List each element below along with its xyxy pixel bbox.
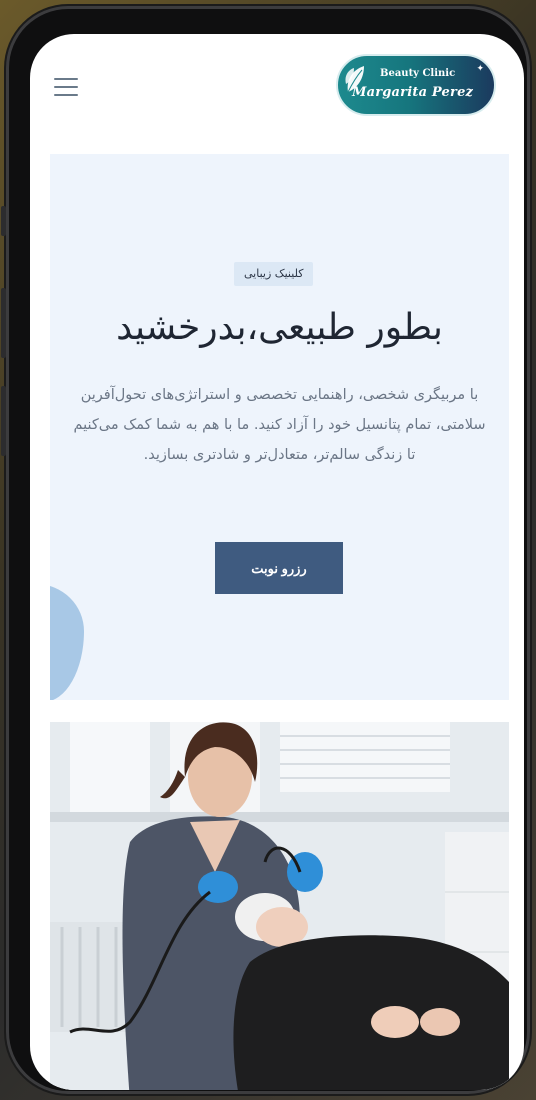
treatment-photo xyxy=(50,722,509,1090)
hero-badge: کلینیک زیبایی xyxy=(234,262,314,286)
logo-title: Beauty Clinic xyxy=(380,68,456,79)
hero-description: با مربیگری شخصی، راهنمایی تخصصی و استرات… xyxy=(73,387,486,463)
site-header: Beauty Clinic Margarita Perez ✦ xyxy=(30,34,524,144)
volume-up-button xyxy=(1,288,6,358)
mute-switch xyxy=(1,206,6,236)
sparkle-icon: ✦ xyxy=(476,64,484,74)
hamburger-menu-icon[interactable] xyxy=(54,78,78,96)
logo-name: Margarita Perez xyxy=(352,85,474,100)
book-appointment-button[interactable]: رزرو نوبت xyxy=(215,542,343,594)
decorative-blob xyxy=(50,584,84,700)
screen: Beauty Clinic Margarita Perez ✦ کلینیک ز… xyxy=(30,34,524,1090)
clinic-logo[interactable]: Beauty Clinic Margarita Perez ✦ xyxy=(336,54,496,116)
phone-frame: Beauty Clinic Margarita Perez ✦ کلینیک ز… xyxy=(1,6,530,1094)
hero-section: کلینیک زیبایی بطور طبیعی،بدرخشید با مربی… xyxy=(50,154,509,700)
volume-down-button xyxy=(1,386,6,456)
hero-title: بطور طبیعی،بدرخشید xyxy=(116,307,443,348)
treatment-photo-illustration xyxy=(50,722,509,1090)
